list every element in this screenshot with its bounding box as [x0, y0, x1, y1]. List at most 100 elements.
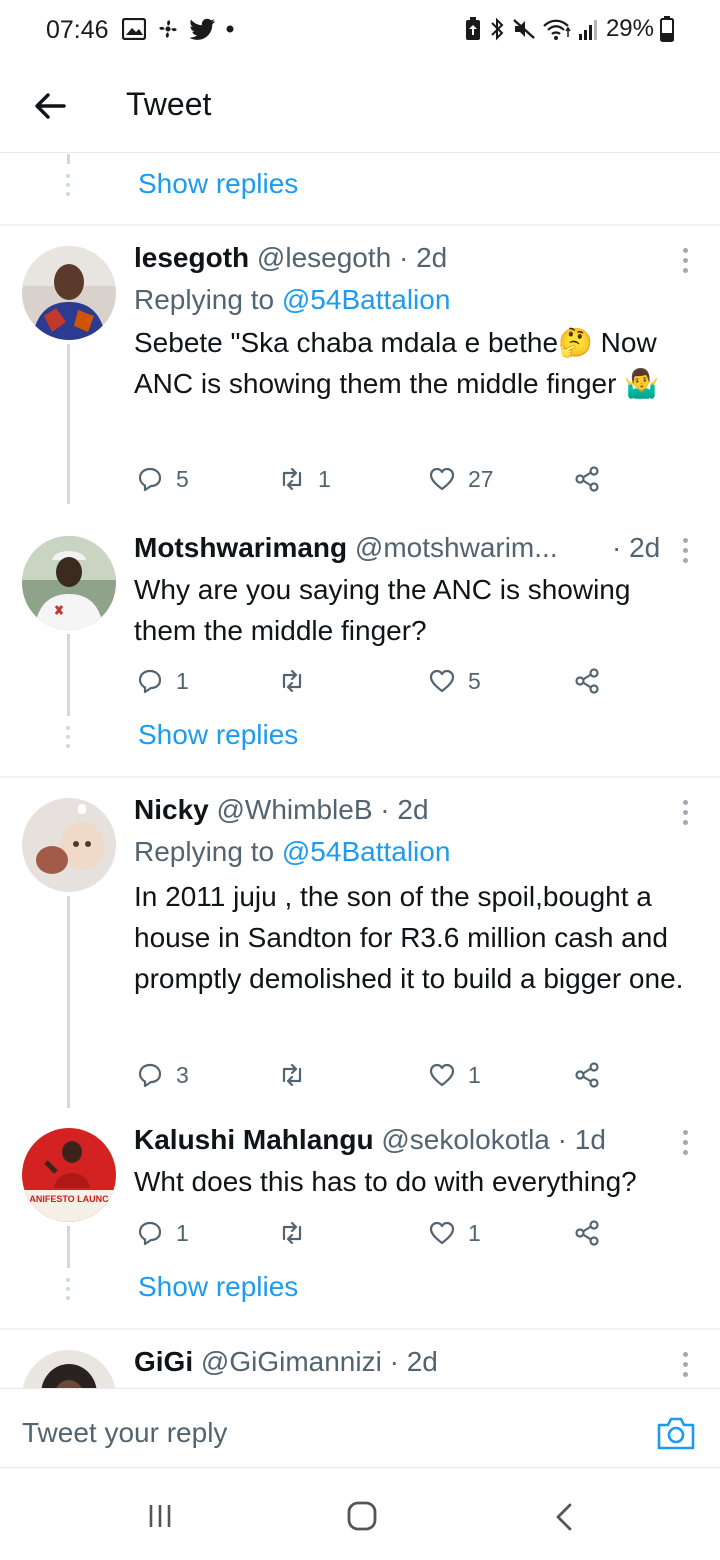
app-header: Tweet: [0, 58, 720, 153]
avatar[interactable]: ANIFESTO LAUNC: [22, 1128, 116, 1222]
show-replies-link[interactable]: Show replies: [138, 168, 298, 200]
reply-button[interactable]: 5: [136, 462, 189, 496]
share-button[interactable]: [574, 1058, 602, 1092]
share-icon: [575, 466, 599, 492]
reply-button[interactable]: 1: [136, 664, 189, 698]
tweet-gigi[interactable]: GiGi @GiGimannizi · 2d: [0, 1330, 720, 1388]
more-options-icon[interactable]: [680, 800, 690, 826]
retweet-button[interactable]: 1: [278, 462, 331, 496]
tweet-actions: 5 1 27: [136, 462, 616, 496]
twitter-bird-icon: [190, 18, 215, 40]
heart-icon: [429, 1063, 455, 1087]
show-replies-link[interactable]: Show replies: [138, 719, 298, 751]
page-title: Tweet: [126, 86, 212, 122]
heart-icon: [429, 669, 455, 693]
mention-link[interactable]: @54Battalion: [282, 284, 451, 315]
display-name[interactable]: Kalushi Mahlangu: [134, 1124, 374, 1155]
tweet-motshwarimang[interactable]: Motshwarimang @motshwarim... · 2d Why ar…: [0, 516, 720, 716]
reply-composer[interactable]: Tweet your reply: [0, 1388, 720, 1468]
home-icon[interactable]: [346, 1500, 378, 1532]
dot-icon: [226, 25, 234, 33]
share-button[interactable]: [574, 1216, 602, 1250]
user-handle[interactable]: @sekolokotla: [381, 1124, 550, 1155]
mention-link[interactable]: @54Battalion: [282, 836, 451, 867]
share-button[interactable]: [574, 664, 602, 698]
avatar[interactable]: [22, 536, 116, 630]
tweet-header: Nicky @WhimbleB · 2d: [134, 794, 429, 826]
user-handle[interactable]: @WhimbleB: [217, 794, 373, 825]
avatar[interactable]: [22, 1350, 116, 1388]
display-name[interactable]: Nicky: [134, 794, 209, 825]
reply-count: 5: [176, 465, 189, 492]
tweet-actions: 1 5: [136, 664, 616, 698]
like-count: 1: [468, 1061, 481, 1088]
reply-button[interactable]: 1: [136, 1216, 189, 1250]
avatar[interactable]: [22, 246, 116, 340]
tweet-time: · 2d: [380, 794, 429, 825]
battery-percent: 29%: [605, 15, 654, 42]
like-button[interactable]: 1: [428, 1216, 481, 1250]
replying-to: Replying to @54Battalion: [134, 284, 450, 316]
gallery-icon: [122, 18, 146, 40]
wifi-icon: [543, 19, 571, 40]
replying-to: Replying to @54Battalion: [134, 836, 450, 868]
like-count: 5: [468, 667, 481, 694]
display-name[interactable]: Motshwarimang: [134, 532, 347, 563]
thread-line: [67, 344, 70, 504]
mute-icon: [513, 19, 535, 39]
reply-count: 1: [176, 667, 189, 694]
reply-count: 1: [176, 1219, 189, 1246]
retweet-button[interactable]: [278, 1058, 318, 1092]
heart-icon: [429, 1221, 455, 1245]
bluetooth-icon: [491, 17, 504, 41]
more-options-icon[interactable]: [680, 248, 690, 274]
more-options-icon[interactable]: [680, 538, 690, 564]
retweet-button[interactable]: [278, 1216, 318, 1250]
more-options-icon[interactable]: [680, 1130, 690, 1156]
share-icon: [575, 668, 599, 694]
camera-icon[interactable]: [656, 1415, 696, 1451]
recent-apps-icon[interactable]: [146, 1502, 174, 1530]
avatar[interactable]: [22, 798, 116, 892]
like-button[interactable]: 27: [428, 462, 494, 496]
display-name[interactable]: GiGi: [134, 1346, 193, 1377]
like-count: 1: [468, 1219, 481, 1246]
share-icon: [575, 1220, 599, 1246]
heart-icon: [429, 467, 455, 491]
show-replies-link[interactable]: Show replies: [138, 1271, 298, 1303]
system-nav-bar: [0, 1468, 720, 1560]
thread-dots: [66, 1278, 70, 1305]
tweet-actions: 3 1: [136, 1058, 616, 1092]
retweet-button[interactable]: [278, 664, 318, 698]
tweet-kalushi-mahlangu[interactable]: ANIFESTO LAUNC Kalushi Mahlangu @sekolok…: [0, 1108, 720, 1268]
reply-input[interactable]: Tweet your reply: [22, 1417, 227, 1449]
tweet-lesegoth[interactable]: lesegoth @lesegoth · 2d Replying to @54B…: [0, 226, 720, 504]
replying-prefix: Replying to: [134, 836, 282, 867]
back-arrow-icon[interactable]: [30, 86, 70, 126]
user-handle[interactable]: @GiGimannizi: [201, 1346, 382, 1377]
tweet-actions: 1 1: [136, 1216, 616, 1250]
user-handle[interactable]: @motshwarim...: [355, 532, 558, 563]
like-count: 27: [468, 465, 494, 492]
more-options-icon[interactable]: [680, 1352, 690, 1378]
like-button[interactable]: 5: [428, 664, 481, 698]
retweet-count: 1: [318, 465, 331, 492]
reply-icon: [138, 467, 162, 492]
like-button[interactable]: 1: [428, 1058, 481, 1092]
fan-icon: [159, 20, 177, 38]
display-name[interactable]: lesegoth: [134, 242, 249, 273]
reply-icon: [138, 1063, 162, 1088]
back-icon[interactable]: [552, 1502, 576, 1532]
tweet-header: GiGi @GiGimannizi · 2d: [134, 1346, 438, 1378]
status-bar: 07:46 29%: [0, 0, 720, 58]
reply-timeline[interactable]: Show replies lesegoth @lesegoth · 2d Rep…: [0, 154, 720, 1388]
tweet-header: Motshwarimang @motshwarim...: [134, 532, 558, 564]
reply-count: 3: [176, 1061, 189, 1088]
notification-icons: [122, 16, 234, 42]
reply-button[interactable]: 3: [136, 1058, 189, 1092]
user-handle[interactable]: @lesegoth: [257, 242, 391, 273]
tweet-nicky[interactable]: Nicky @WhimbleB · 2d Replying to @54Batt…: [0, 778, 720, 1108]
share-button[interactable]: [574, 462, 602, 496]
battery-icon: [660, 16, 674, 42]
replying-prefix: Replying to: [134, 284, 282, 315]
